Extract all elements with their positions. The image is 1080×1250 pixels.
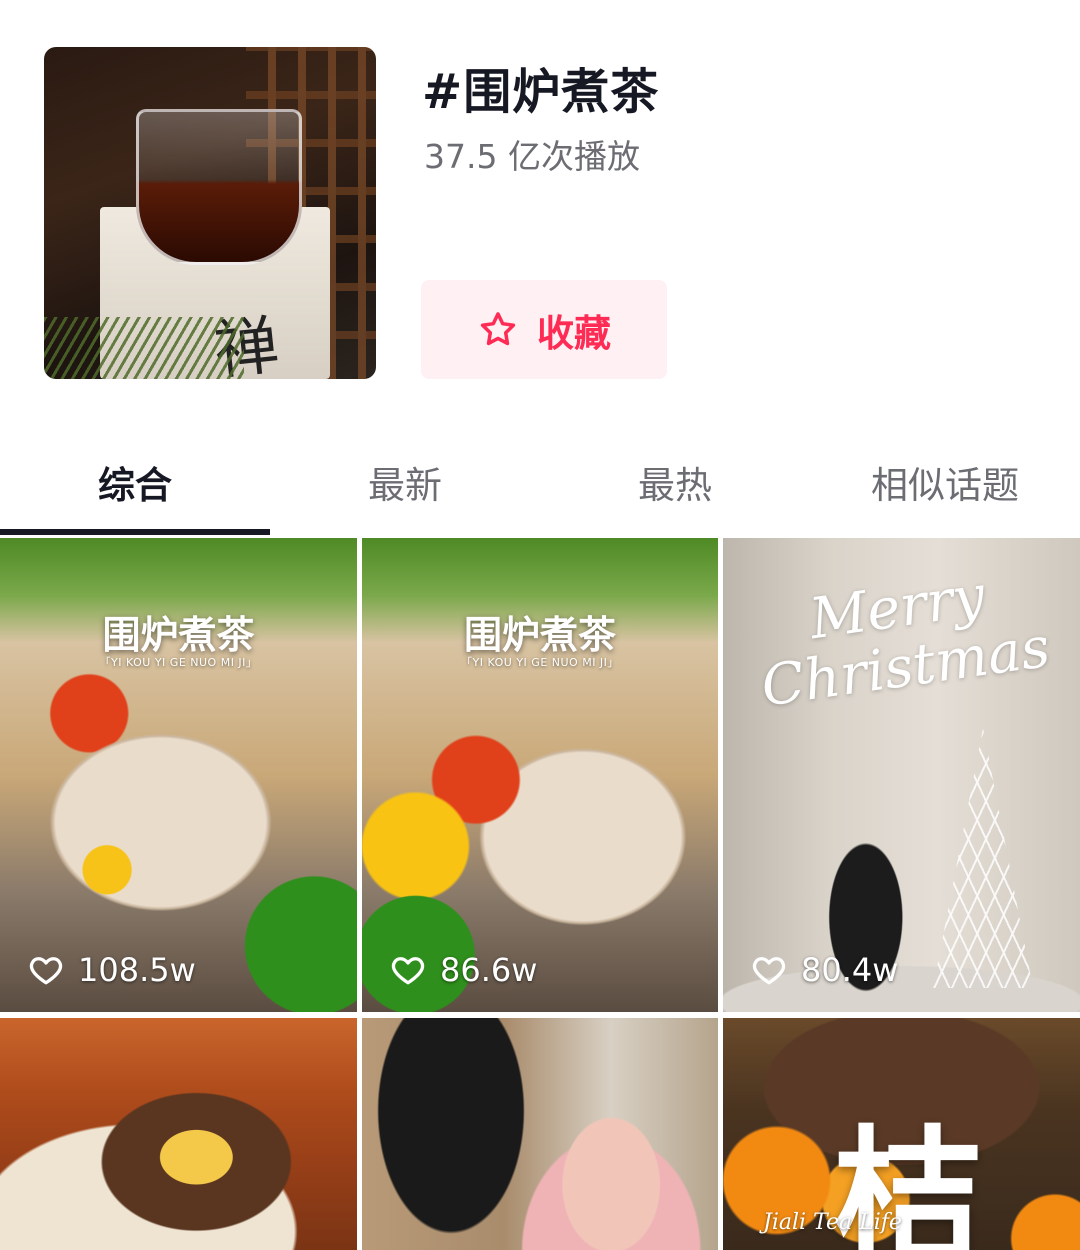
video-overlay-brand: Jiali Tea Life bbox=[763, 1210, 902, 1235]
video-card[interactable]: 围炉煮茶 「YI KOU YI GE NUO MI JI」 86.6w bbox=[362, 538, 718, 1012]
light-tree bbox=[933, 728, 1033, 988]
topic-title: #围炉煮茶 bbox=[422, 64, 660, 120]
video-card[interactable]: 桔 Jiali Tea Life bbox=[723, 1018, 1080, 1250]
like-count-text: 80.4w bbox=[801, 951, 899, 989]
tab-similar-topics[interactable]: 相似话题 bbox=[810, 455, 1080, 509]
active-tab-indicator bbox=[0, 529, 270, 535]
star-icon bbox=[480, 311, 516, 345]
tab-hottest[interactable]: 最热 bbox=[540, 455, 810, 509]
like-count-text: 108.5w bbox=[78, 951, 196, 989]
glass-teapot bbox=[136, 109, 302, 265]
heart-icon bbox=[29, 957, 63, 985]
tab-latest[interactable]: 最新 bbox=[270, 455, 540, 509]
video-card[interactable]: Merry Christmas 80.4w bbox=[723, 538, 1080, 1012]
video-overlay-title: Merry Christmas bbox=[757, 563, 1054, 720]
favorite-button[interactable]: 收藏 bbox=[421, 280, 667, 379]
video-overlay-title: 围炉煮茶 bbox=[463, 612, 616, 657]
video-overlay-title: 围炉煮茶 bbox=[102, 612, 255, 657]
video-overlay-subtitle: 「YI KOU YI GE NUO MI JI」 bbox=[99, 656, 258, 669]
like-count: 108.5w bbox=[28, 951, 196, 989]
tab-bar: 综合 最新 最热 相似话题 bbox=[0, 440, 1080, 535]
video-overlay-subtitle: 「YI KOU YI GE NUO MI JI」 bbox=[461, 656, 619, 669]
plant-leaves bbox=[44, 317, 244, 379]
heart-icon bbox=[752, 957, 786, 985]
heart-icon bbox=[391, 957, 425, 985]
video-card[interactable] bbox=[362, 1018, 718, 1250]
video-card[interactable]: 围炉煮茶 「YI KOU YI GE NUO MI JI」 108.5w bbox=[0, 538, 357, 1012]
video-grid: 围炉煮茶 「YI KOU YI GE NUO MI JI」 108.5w 围炉煮… bbox=[0, 538, 1080, 1250]
tab-general[interactable]: 综合 bbox=[0, 455, 270, 509]
play-count: 37.5 亿次播放 bbox=[424, 137, 640, 176]
topic-cover-image[interactable]: 禅 bbox=[44, 47, 376, 379]
like-count: 86.6w bbox=[390, 951, 537, 989]
favorite-label: 收藏 bbox=[537, 311, 611, 355]
like-count-text: 86.6w bbox=[440, 951, 538, 989]
video-card[interactable] bbox=[0, 1018, 357, 1250]
like-count: 80.4w bbox=[751, 951, 898, 989]
